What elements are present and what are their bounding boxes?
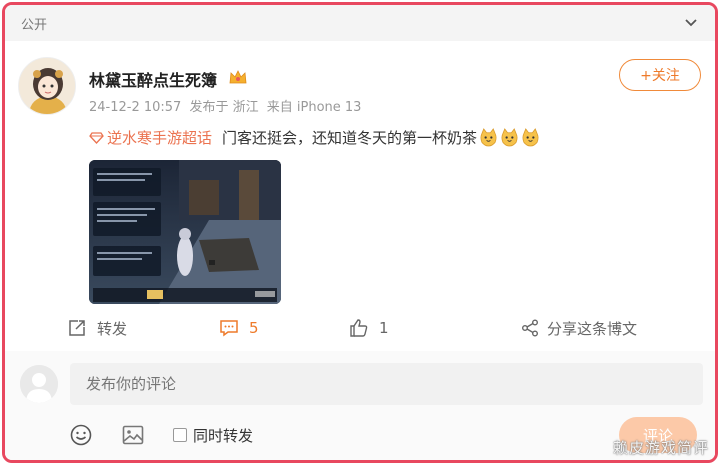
comment-input[interactable] [70, 363, 703, 405]
repost-button[interactable]: 转发 [67, 315, 127, 341]
post-image[interactable] [89, 160, 281, 304]
cat-emoji-icon [480, 128, 497, 147]
comment-button[interactable]: 5 [219, 315, 259, 341]
author-name[interactable]: 林黛玉醉点生死簿 [89, 67, 217, 91]
crown-badge-icon [229, 70, 247, 84]
image-button[interactable] [121, 423, 145, 447]
follow-button[interactable]: +关注 [619, 59, 701, 91]
post-text: 逆水寒手游超话 门客还挺会，还知道冬天的第一杯奶茶 [89, 127, 540, 148]
thumbs-up-icon [350, 319, 368, 337]
cat-emoji-icon [501, 128, 518, 147]
smiley-icon [70, 424, 92, 446]
topic-link[interactable]: 逆水寒手游超话 [89, 127, 212, 148]
repost-checkbox-label: 同时转发 [193, 426, 254, 445]
checkbox-square[interactable] [173, 428, 187, 442]
current-user-avatar [20, 365, 58, 403]
image-icon [122, 425, 144, 445]
post-card: 公开 林黛玉醉点生死簿 24-12-2 10:57 发布于 浙江 来自 iPho… [2, 2, 718, 463]
visibility-bar: 公开 [5, 5, 715, 41]
comment-icon [220, 320, 238, 337]
emoji-button[interactable] [69, 423, 93, 447]
post-body: 门客还挺会，还知道冬天的第一杯奶茶 [222, 129, 478, 147]
share-button[interactable]: 分享这条博文 [521, 315, 637, 341]
comment-count: 5 [249, 319, 259, 337]
post-location: 发布于 浙江 [189, 100, 259, 115]
diamond-topic-icon [89, 131, 104, 144]
like-button[interactable]: 1 [349, 315, 389, 341]
like-count: 1 [379, 319, 389, 337]
chevron-down-icon[interactable] [683, 15, 699, 31]
repost-icon [69, 320, 85, 336]
post-time[interactable]: 24-12-2 10:57 [89, 100, 181, 115]
topic-label: 逆水寒手游超话 [107, 129, 213, 147]
composer-tools: 同时转发 [69, 423, 253, 447]
repost-checkbox[interactable]: 同时转发 [173, 425, 253, 446]
comment-composer: 同时转发 评论 赖皮游戏简评 [5, 351, 715, 460]
cat-emoji-icon [522, 128, 539, 147]
author-avatar[interactable] [18, 57, 76, 115]
share-label: 分享这条博文 [547, 319, 638, 338]
watermark: 赖皮游戏简评 [612, 439, 709, 457]
repost-label: 转发 [97, 319, 128, 338]
visibility-label: 公开 [21, 18, 48, 33]
post-device: 来自 iPhone 13 [266, 100, 362, 115]
action-bar: 转发 5 1 分享这条博文 [5, 315, 715, 341]
post-meta: 24-12-2 10:57 发布于 浙江 来自 iPhone 13 [89, 96, 365, 115]
share-icon [522, 319, 538, 337]
